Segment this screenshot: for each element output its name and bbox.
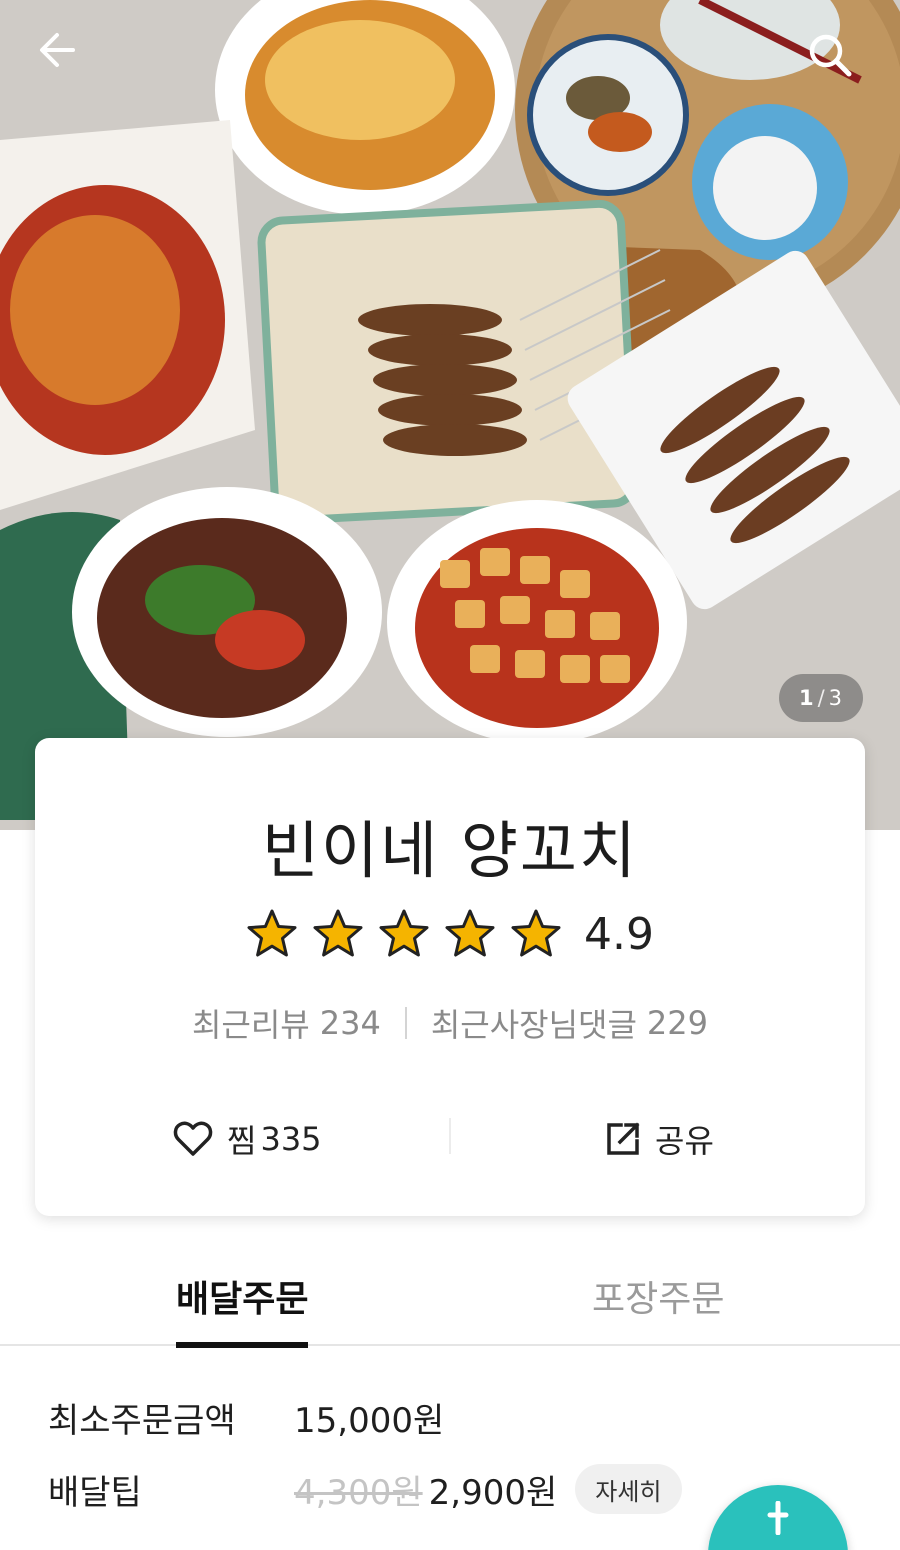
floating-cart-button[interactable] bbox=[708, 1485, 848, 1550]
image-counter-total: 3 bbox=[828, 686, 844, 710]
heart-icon bbox=[173, 1121, 213, 1156]
like-button[interactable]: 찜 335 bbox=[173, 1116, 322, 1162]
delivery-tip-row: 배달팁 4,300원 2,900원 자세히 bbox=[48, 1464, 682, 1514]
review-divider bbox=[404, 1007, 407, 1039]
delivery-tip-detail-button[interactable]: 자세히 bbox=[575, 1464, 682, 1514]
star-icon bbox=[313, 909, 363, 957]
tab-delivery[interactable]: 배달주문 bbox=[176, 1270, 309, 1348]
image-counter-current: 1 bbox=[798, 686, 815, 710]
tab-pickup-label: 포장주문 bbox=[592, 1279, 725, 1320]
active-tab-indicator bbox=[176, 1342, 309, 1348]
owner-reply-count: 229 bbox=[646, 1004, 708, 1042]
rating-row[interactable]: 4.9 bbox=[35, 908, 865, 960]
delivery-tip-value: 2,900원 bbox=[428, 1472, 558, 1513]
food-photo bbox=[0, 0, 900, 830]
tab-delivery-label: 배달주문 bbox=[176, 1279, 309, 1320]
back-button[interactable] bbox=[35, 28, 95, 88]
like-count: 335 bbox=[260, 1120, 322, 1158]
delivery-tip-label: 배달팁 bbox=[48, 1472, 142, 1513]
min-order-value: 15,000원 bbox=[294, 1401, 445, 1441]
tab-pickup[interactable]: 포장주문 bbox=[592, 1270, 724, 1346]
action-divider bbox=[449, 1118, 451, 1154]
store-name: 빈이네 양꼬치 bbox=[262, 814, 638, 887]
search-button[interactable] bbox=[805, 30, 865, 90]
image-counter-separator: / bbox=[817, 686, 826, 710]
min-order-row: 최소주문금액 15,000원 bbox=[48, 1393, 444, 1442]
min-order-label: 최소주문금액 bbox=[48, 1401, 236, 1441]
image-counter: 1/3 bbox=[779, 674, 863, 722]
star-icon bbox=[379, 909, 429, 957]
share-label: 공유 bbox=[655, 1122, 714, 1160]
store-photo-carousel[interactable]: 1/3 bbox=[0, 0, 900, 830]
review-summary[interactable]: 최근리뷰 234 최근사장님댓글 229 bbox=[35, 1000, 865, 1046]
action-row: 찜 335 공유 bbox=[35, 1116, 865, 1160]
search-icon bbox=[809, 34, 852, 77]
share-button[interactable]: 공유 bbox=[605, 1116, 714, 1162]
order-type-tabs: 배달주문 포장주문 bbox=[0, 1270, 900, 1348]
recent-review-label: 최근리뷰 bbox=[191, 1006, 310, 1044]
recent-review-count: 234 bbox=[319, 1004, 381, 1042]
owner-reply-label: 최근사장님댓글 bbox=[430, 1006, 637, 1044]
rating-stars bbox=[246, 908, 562, 960]
rating-value: 4.9 bbox=[584, 908, 654, 960]
star-icon bbox=[511, 909, 561, 957]
cart-icon bbox=[767, 1501, 789, 1535]
store-info-card: 빈이네 양꼬치 4.9 최근리뷰 234 최근사장님댓글 229 찜 335 공… bbox=[35, 738, 865, 1216]
like-label: 찜 bbox=[227, 1122, 257, 1160]
star-icon bbox=[247, 909, 297, 957]
share-icon bbox=[607, 1122, 640, 1155]
star-icon bbox=[445, 909, 495, 957]
arrow-left-icon bbox=[40, 33, 75, 67]
delivery-tip-old-value: 4,300원 bbox=[294, 1472, 423, 1513]
